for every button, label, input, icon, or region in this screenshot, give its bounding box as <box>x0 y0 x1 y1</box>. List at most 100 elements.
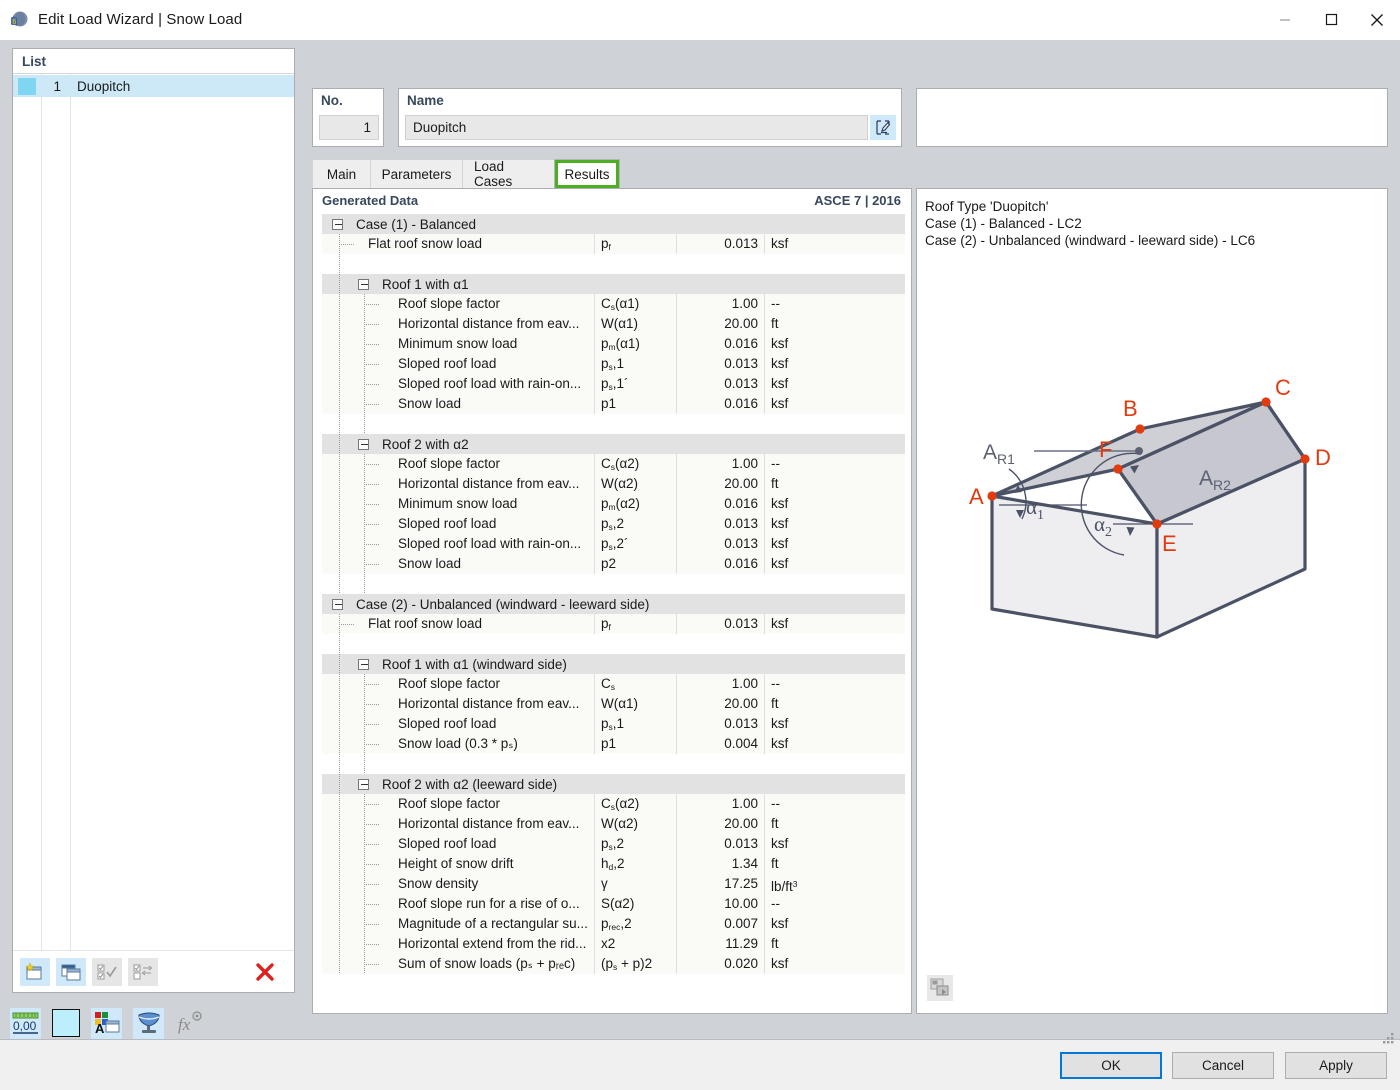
copy-item-button[interactable] <box>56 958 86 986</box>
apply-button[interactable]: Apply <box>1285 1052 1387 1079</box>
tree-connector <box>366 484 380 485</box>
tab-results[interactable]: Results <box>554 159 620 188</box>
tree-guide <box>364 674 365 694</box>
tab-main[interactable]: Main <box>312 159 371 188</box>
delete-item-button[interactable] <box>250 958 280 986</box>
tree-group-header[interactable]: Roof 1 with α1 (windward side) <box>322 654 905 674</box>
table-row[interactable]: Snow load (0.3 * pₛ)p10.004ksf <box>322 734 905 754</box>
ok-button[interactable]: OK <box>1060 1052 1162 1079</box>
select-all-button[interactable] <box>92 958 122 986</box>
collapse-icon[interactable] <box>358 279 369 290</box>
invert-selection-button[interactable] <box>128 958 158 986</box>
no-input[interactable]: 1 <box>319 115 379 140</box>
table-row[interactable]: Flat roof snow loadpf0.013ksf <box>322 234 905 254</box>
row-value: 0.013 <box>676 614 764 634</box>
close-button[interactable] <box>1354 0 1400 40</box>
tree-connector <box>366 924 380 925</box>
tab-load-cases-label: Load Cases <box>474 159 543 189</box>
table-row[interactable]: Magnitude of a rectangular su...prec,20.… <box>322 914 905 934</box>
tree-connector <box>366 324 380 325</box>
pencil-edit-icon[interactable] <box>870 115 896 140</box>
tree-group-header[interactable]: Case (1) - Balanced <box>322 214 905 234</box>
row-description: Horizontal extend from the rid... <box>398 934 590 954</box>
table-row[interactable]: Sloped roof loadps,20.013ksf <box>322 514 905 534</box>
tree-connector <box>366 684 380 685</box>
tree-connector <box>366 704 380 705</box>
table-row[interactable]: Horizontal extend from the rid...x211.29… <box>322 934 905 954</box>
table-row[interactable]: Roof slope run for a rise of o...S(α2)10… <box>322 894 905 914</box>
table-row[interactable]: Horizontal distance from eav...W(α2)20.0… <box>322 814 905 834</box>
tab-load-cases[interactable]: Load Cases <box>462 159 555 188</box>
row-value: 17.25 <box>676 874 764 894</box>
tree-group-header[interactable]: Case (2) - Unbalanced (windward - leewar… <box>322 594 905 614</box>
row-description: Flat roof snow load <box>368 614 590 634</box>
new-item-button[interactable] <box>20 958 50 986</box>
resize-grip[interactable] <box>1382 1032 1396 1046</box>
tree-guide <box>339 474 340 494</box>
tree-group-header[interactable]: Roof 1 with α1 <box>322 274 905 294</box>
tab-parameters-label: Parameters <box>382 167 452 182</box>
row-value: 0.016 <box>676 334 764 354</box>
table-row[interactable]: Roof slope factorCs(α2)1.00-- <box>322 454 905 474</box>
units-button[interactable]: 0,00 <box>10 1008 41 1039</box>
table-row[interactable]: Snow densityγ17.25lb/ft3 <box>322 874 905 894</box>
collapse-icon[interactable] <box>358 779 369 790</box>
tree-group-header[interactable]: Roof 2 with α2 (leeward side) <box>322 774 905 794</box>
formula-button[interactable]: fx <box>175 1008 206 1039</box>
table-row[interactable]: Horizontal distance from eav...W(α1)20.0… <box>322 694 905 714</box>
text-style-button[interactable]: A <box>91 1008 122 1039</box>
table-row[interactable]: Flat roof snow loadpf0.013ksf <box>322 614 905 634</box>
maximize-button[interactable] <box>1308 0 1354 40</box>
collapse-icon[interactable] <box>358 439 369 450</box>
row-symbol: pm(α2) <box>594 494 676 514</box>
collapse-icon[interactable] <box>332 599 343 610</box>
tree-guide <box>364 914 365 934</box>
table-row[interactable]: Roof slope factorCs(α2)1.00-- <box>322 794 905 814</box>
table-row[interactable]: Snow loadp20.016ksf <box>322 554 905 574</box>
row-value: 11.29 <box>676 934 764 954</box>
tab-parameters[interactable]: Parameters <box>370 159 463 188</box>
row-unit: ksf <box>764 374 904 394</box>
tree-connector <box>366 824 380 825</box>
vertex-c <box>1261 397 1270 406</box>
collapse-icon[interactable] <box>358 659 369 670</box>
table-row[interactable]: Minimum snow loadpm(α2)0.016ksf <box>322 494 905 514</box>
color-swatch-button[interactable] <box>52 1009 80 1037</box>
table-row[interactable]: Sloped roof load with rain-on...ps,2´0.0… <box>322 534 905 554</box>
table-row[interactable]: Minimum snow loadpm(α1)0.016ksf <box>322 334 905 354</box>
cancel-button[interactable]: Cancel <box>1172 1052 1274 1079</box>
row-description: Roof slope factor <box>398 674 590 694</box>
results-panel: Generated Data ASCE 7 | 2016 Case (1) - … <box>312 188 912 1014</box>
info-text: Roof Type 'Duopitch' Case (1) - Balanced… <box>925 198 1381 249</box>
tree-connector <box>366 724 380 725</box>
tree-connector <box>366 964 380 965</box>
row-description: Sloped roof load <box>398 514 590 534</box>
svg-text:0,00: 0,00 <box>13 1019 37 1033</box>
table-row[interactable]: Sloped roof load with rain-on...ps,1´0.0… <box>322 374 905 394</box>
list-item[interactable]: 1 Duopitch <box>13 75 294 97</box>
row-symbol: (ps + p)2 <box>594 954 676 974</box>
row-unit: ksf <box>764 334 904 354</box>
tree-group-header[interactable]: Roof 2 with α2 <box>322 434 905 454</box>
row-unit: ft <box>764 934 904 954</box>
name-input[interactable]: Duopitch <box>405 115 868 140</box>
table-row[interactable]: Roof slope factorCs1.00-- <box>322 674 905 694</box>
table-row[interactable]: Horizontal distance from eav...W(α2)20.0… <box>322 474 905 494</box>
collapse-icon[interactable] <box>332 219 343 230</box>
tree-guide <box>339 714 340 734</box>
row-symbol: W(α1) <box>594 314 676 334</box>
table-row[interactable]: Horizontal distance from eav...W(α1)20.0… <box>322 314 905 334</box>
tree-guide <box>339 694 340 714</box>
image-copy-icon[interactable] <box>927 975 953 1001</box>
table-row[interactable]: Sloped roof loadps,10.013ksf <box>322 354 905 374</box>
table-row[interactable]: Roof slope factorCs(α1)1.00-- <box>322 294 905 314</box>
table-row[interactable]: Height of snow drifthd,21.34ft <box>322 854 905 874</box>
table-row[interactable]: Sloped roof loadps,20.013ksf <box>322 834 905 854</box>
minimize-button[interactable] <box>1262 0 1308 40</box>
table-row[interactable]: Snow loadp10.016ksf <box>322 394 905 414</box>
results-tree[interactable]: Case (1) - BalancedFlat roof snow loadpf… <box>322 213 905 975</box>
table-row[interactable]: Sum of snow loads (pₛ + pᵣₑᴄ)(ps + p)20.… <box>322 954 905 974</box>
render-view-button[interactable] <box>133 1008 164 1039</box>
table-row[interactable]: Sloped roof loadps,10.013ksf <box>322 714 905 734</box>
tree-group-label: Roof 2 with α2 (leeward side) <box>382 777 557 792</box>
